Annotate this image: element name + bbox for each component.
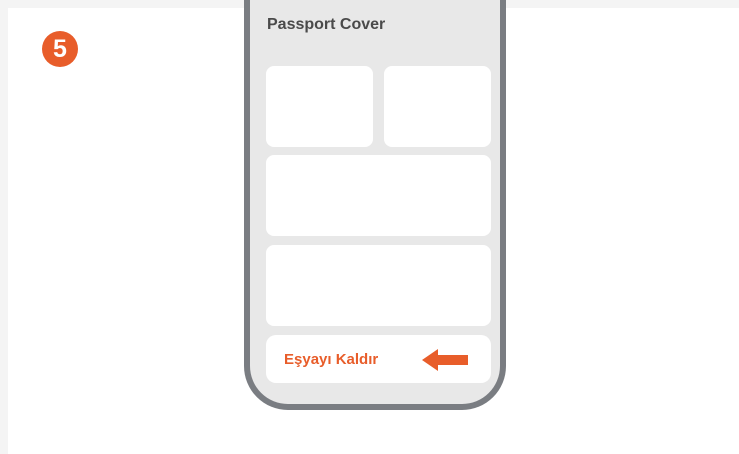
remove-item-button[interactable]: Eşyayı Kaldır (266, 335, 491, 383)
screen-title: Passport Cover (267, 16, 386, 33)
phone-frame: Passport Cover Eşyayı Kaldır (244, 0, 506, 410)
frame-left-edge (0, 0, 8, 454)
item-card-bottom[interactable] (266, 245, 491, 326)
arrow-left-icon (422, 349, 468, 371)
remove-item-label: Eşyayı Kaldır (284, 350, 379, 368)
step-number-badge: 5 (42, 31, 78, 67)
item-card-top-left[interactable] (266, 66, 373, 147)
item-card-top-right[interactable] (384, 66, 491, 147)
item-card-middle[interactable] (266, 155, 491, 236)
phone-screen: Passport Cover Eşyayı Kaldır (250, 0, 500, 404)
